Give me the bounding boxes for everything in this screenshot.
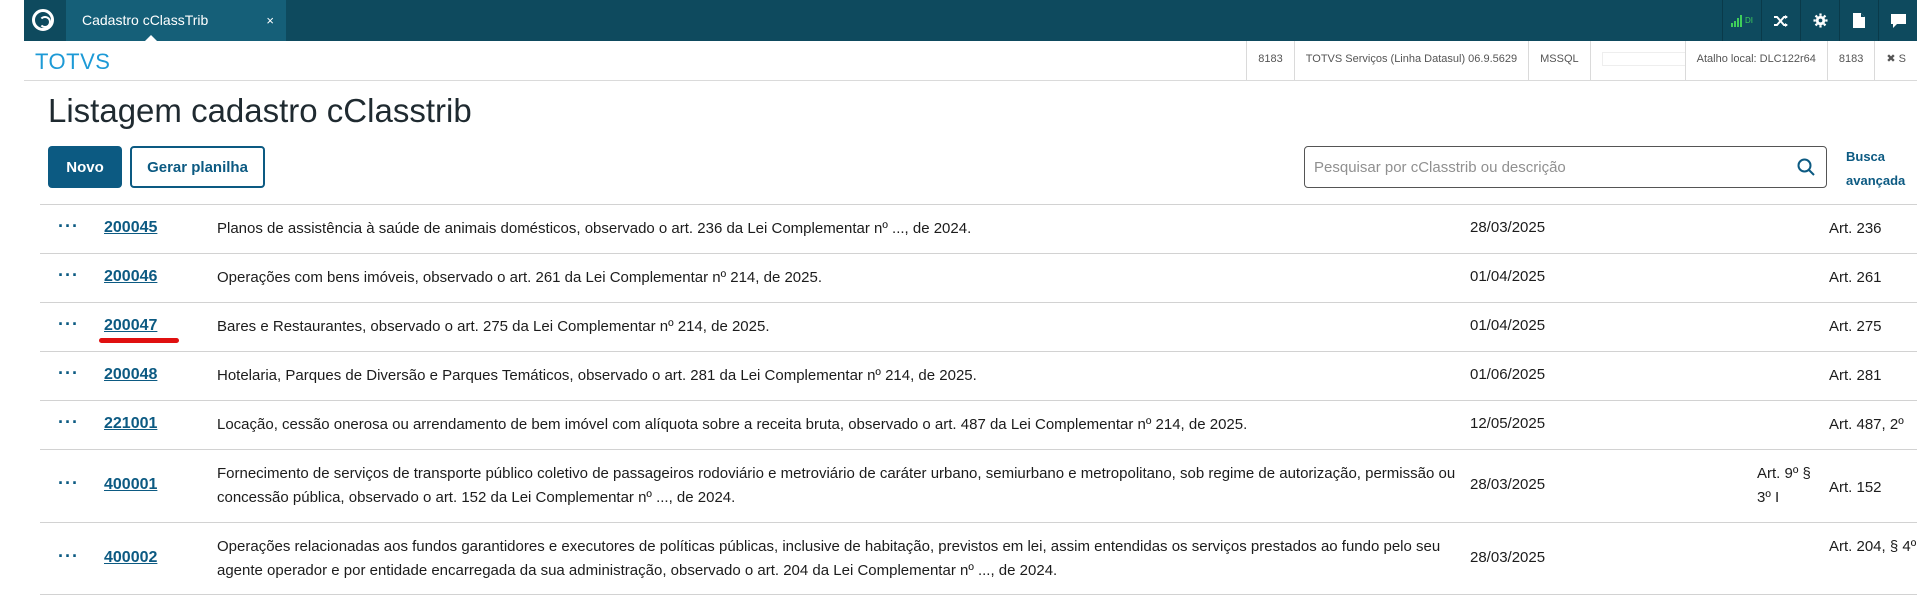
- tab-close-icon[interactable]: ×: [266, 0, 274, 41]
- row-description: Locação, cessão onerosa ou arrendamento …: [217, 416, 1248, 433]
- row-description: Hotelaria, Parques de Diversão e Parques…: [217, 367, 977, 384]
- top-bar: Cadastro cClassTrib × DI: [24, 0, 1917, 42]
- row-description: Planos de assistência à saúde de animais…: [217, 220, 972, 237]
- row-actions-icon[interactable]: ···: [58, 265, 79, 286]
- row-description: Operações relacionadas aos fundos garant…: [217, 538, 1441, 579]
- gear-icon[interactable]: [1800, 0, 1839, 41]
- row-code-link[interactable]: 200048: [104, 366, 157, 384]
- document-icon[interactable]: [1839, 0, 1878, 41]
- row-actions-icon[interactable]: ···: [58, 412, 79, 433]
- row-actions-icon[interactable]: ···: [58, 314, 79, 335]
- advanced-search-line2: avançada: [1846, 173, 1906, 188]
- row-actions-icon[interactable]: ···: [58, 546, 79, 567]
- top-icon-group: DI: [1722, 0, 1917, 41]
- logo-icon[interactable]: [32, 9, 54, 31]
- info-shortcut: Atalho local: DLC122r64: [1684, 41, 1827, 80]
- signal-icon[interactable]: DI: [1722, 0, 1761, 41]
- table-row: ··· 400001 Fornecimento de serviços de t…: [40, 449, 1917, 522]
- tab-title: Cadastro cClassTrib: [82, 12, 209, 28]
- row-description: Fornecimento de serviços de transporte p…: [217, 465, 1456, 506]
- row-article: Art. 281: [1829, 367, 1882, 384]
- search-input[interactable]: [1305, 147, 1775, 187]
- info-product: TOTVS Serviços (Linha Datasul) 06.9.5629: [1293, 41, 1528, 80]
- generate-sheet-button[interactable]: Gerar planilha: [130, 146, 265, 188]
- signal-text: DI: [1745, 16, 1753, 25]
- row-code-link[interactable]: 200046: [104, 268, 157, 286]
- row-code-link[interactable]: 200047: [104, 317, 157, 335]
- info-database: MSSQL: [1528, 41, 1590, 80]
- table-row: ··· 221001 Locação, cessão onerosa ou ar…: [40, 400, 1917, 449]
- info-blank-field: [1589, 41, 1686, 80]
- row-actions-icon[interactable]: ···: [58, 216, 79, 237]
- row-code-link[interactable]: 400002: [104, 549, 157, 567]
- red-underline-annotation: [99, 338, 179, 343]
- advanced-search-link[interactable]: Busca avançada: [1846, 145, 1916, 193]
- row-date: 28/03/2025: [1470, 219, 1546, 236]
- advanced-search-line1: Busca: [1846, 149, 1886, 164]
- row-description: Bares e Restaurantes, observado o art. 2…: [217, 318, 770, 335]
- row-date: 12/05/2025: [1470, 415, 1546, 432]
- info-code-2: 8183: [1826, 41, 1874, 80]
- row-actions-icon[interactable]: ···: [58, 473, 79, 494]
- row-legal-ref: Art. 9º § 3º I: [1757, 465, 1811, 506]
- session-info: 8183 TOTVS Serviços (Linha Datasul) 06.9…: [1246, 41, 1917, 80]
- exit-button[interactable]: ✖ S: [1874, 41, 1917, 80]
- info-code: 8183: [1246, 41, 1293, 80]
- row-article: Art. 275: [1829, 318, 1882, 335]
- row-article: Art. 152: [1829, 479, 1882, 496]
- search-icon[interactable]: [1797, 158, 1815, 176]
- row-article: Art. 204, § 4º: [1829, 538, 1917, 555]
- row-date: 28/03/2025: [1470, 549, 1546, 566]
- new-button[interactable]: Novo: [48, 146, 122, 188]
- row-code-link[interactable]: 200045: [104, 219, 157, 237]
- table-row: ··· 200048 Hotelaria, Parques de Diversã…: [40, 351, 1917, 400]
- shuffle-icon[interactable]: [1761, 0, 1800, 41]
- page-title: Listagem cadastro cClasstrib: [48, 92, 472, 129]
- row-description: Operações com bens imóveis, observado o …: [217, 269, 822, 286]
- row-date: 01/04/2025: [1470, 268, 1546, 285]
- table-row: ··· 200047 Bares e Restaurantes, observa…: [40, 302, 1917, 351]
- header-bar: TOTVS 8183 TOTVS Serviços (Linha Datasul…: [24, 41, 1917, 81]
- tab-cadastro-cclasstrib[interactable]: Cadastro cClassTrib ×: [66, 0, 286, 42]
- row-article: Art. 236: [1829, 220, 1882, 237]
- table-row: ··· 200046 Operações com bens imóveis, o…: [40, 253, 1917, 302]
- row-code-link[interactable]: 400001: [104, 476, 157, 494]
- row-code-link[interactable]: 221001: [104, 415, 157, 433]
- chat-icon[interactable]: [1878, 0, 1917, 41]
- brand-logo[interactable]: TOTVS: [35, 49, 110, 75]
- row-actions-icon[interactable]: ···: [58, 363, 79, 384]
- row-date: 28/03/2025: [1470, 476, 1546, 493]
- row-date: 01/06/2025: [1470, 366, 1546, 383]
- row-article: Art. 487, 2º: [1829, 416, 1904, 433]
- search-box: [1304, 146, 1827, 188]
- records-table: ··· 200045 Planos de assistência à saúde…: [40, 204, 1917, 595]
- row-date: 01/04/2025: [1470, 317, 1546, 334]
- table-row: ··· 400002 Operações relacionadas aos fu…: [40, 522, 1917, 595]
- table-row: ··· 200045 Planos de assistência à saúde…: [40, 204, 1917, 253]
- row-article: Art. 261: [1829, 269, 1882, 286]
